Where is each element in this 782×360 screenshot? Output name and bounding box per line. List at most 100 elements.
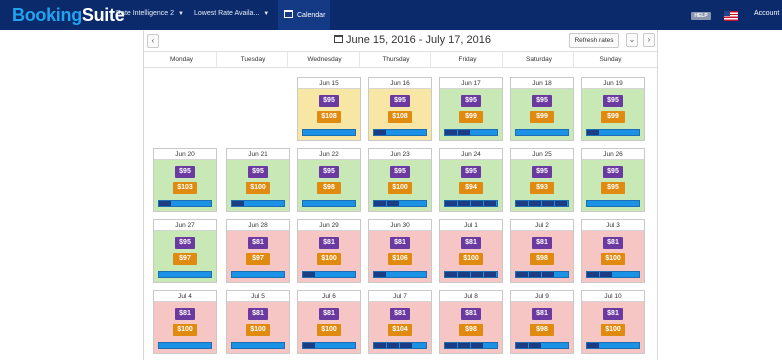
own-rate-badge: $81 — [603, 308, 623, 320]
own-rate-badge: $95 — [175, 166, 195, 178]
calendar-day-cell[interactable]: Jun 22 $95 $98 — [297, 148, 361, 212]
calendar-day-cell[interactable]: Jul 2 $81 $98 — [510, 219, 574, 283]
day-date-label: Jul 2 — [511, 220, 573, 231]
own-rate-badge: $95 — [319, 166, 339, 178]
compare-rate-badge: $98 — [459, 324, 483, 336]
calendar-day-cell[interactable]: Jul 4 $81 $100 — [153, 290, 217, 354]
availability-segment — [587, 343, 599, 348]
compare-rate-badge: $108 — [317, 111, 341, 123]
account-menu[interactable]: Account — [754, 10, 779, 17]
own-rate-badge: $95 — [319, 95, 339, 107]
own-rate-badge: $95 — [175, 237, 195, 249]
own-rate-badge: $81 — [532, 308, 552, 320]
calendar-day-cell[interactable]: Jun 21 $95 $100 — [226, 148, 290, 212]
weekday-divider — [501, 52, 503, 68]
top-navigation-bar: BookingSuite Rate Intelligence 2 ▼ Lowest… — [0, 0, 782, 30]
calendar-icon — [284, 10, 293, 18]
availability-bar — [444, 129, 498, 136]
booking-suite-logo[interactable]: BookingSuite — [12, 5, 125, 26]
availability-segment — [374, 343, 386, 348]
calendar-day-cell[interactable]: Jul 7 $81 $104 — [368, 290, 432, 354]
weekday-label: Monday — [169, 56, 194, 63]
compare-rate-badge: $100 — [317, 253, 341, 265]
next-range-button[interactable]: › — [643, 33, 655, 47]
weekday-label: Tuesday — [240, 56, 266, 63]
day-date-label: Jul 4 — [154, 291, 216, 302]
nav-calendar-tab[interactable]: Calendar — [278, 0, 330, 30]
availability-segment — [471, 272, 483, 277]
calendar-day-cell[interactable]: Jun 19 $95 $99 — [581, 77, 645, 141]
calendar-day-cell[interactable]: Jun 28 $81 $97 — [226, 219, 290, 283]
availability-segment — [542, 272, 554, 277]
own-rate-badge: $95 — [603, 166, 623, 178]
calendar-day-cell[interactable]: Jul 9 $81 $98 — [510, 290, 574, 354]
us-flag-icon[interactable] — [724, 11, 738, 21]
availability-segment — [400, 343, 412, 348]
availability-segment — [555, 201, 567, 206]
calendar-day-cell[interactable]: Jun 18 $95 $99 — [510, 77, 574, 141]
availability-bar — [158, 342, 212, 349]
calendar-day-cell[interactable]: Jun 20 $95 $103 — [153, 148, 217, 212]
calendar-day-cell[interactable]: Jun 25 $95 $93 — [510, 148, 574, 212]
calendar-day-cell[interactable]: Jun 27 $95 $97 — [153, 219, 217, 283]
availability-bar — [515, 342, 569, 349]
availability-segment — [303, 343, 315, 348]
day-date-label: Jun 30 — [369, 220, 431, 231]
availability-segment — [445, 201, 457, 206]
availability-segment — [232, 201, 244, 206]
calendar-day-cell[interactable]: Jul 6 $81 $100 — [297, 290, 361, 354]
calendar-day-cell[interactable]: Jul 3 $81 $100 — [581, 219, 645, 283]
nav-lowest-rate-availability[interactable]: Lowest Rate Availa... ▼ — [194, 10, 269, 17]
day-date-label: Jul 5 — [227, 291, 289, 302]
availability-segment — [387, 343, 399, 348]
calendar-day-cell[interactable]: Jun 29 $81 $100 — [297, 219, 361, 283]
day-date-label: Jun 15 — [298, 78, 360, 89]
calendar-day-cell[interactable]: Jun 26 $95 $95 — [581, 148, 645, 212]
calendar-day-cell[interactable]: Jun 16 $95 $108 — [368, 77, 432, 141]
nav-calendar-label: Calendar — [297, 12, 326, 19]
calendar-day-cell[interactable]: Jun 17 $95 $99 — [439, 77, 503, 141]
availability-bar — [302, 271, 356, 278]
calendar-day-cell[interactable]: Jul 1 $81 $100 — [439, 219, 503, 283]
chevron-down-icon: ▼ — [263, 11, 270, 17]
calendar-day-cell[interactable]: Jul 5 $81 $100 — [226, 290, 290, 354]
calendar-day-cell[interactable]: Jul 10 $81 $100 — [581, 290, 645, 354]
weekday-label: Saturday — [525, 56, 553, 63]
day-date-label: Jun 18 — [511, 78, 573, 89]
calendar-day-cell[interactable]: Jun 30 $81 $106 — [368, 219, 432, 283]
own-rate-badge: $81 — [603, 237, 623, 249]
day-date-label: Jun 25 — [511, 149, 573, 160]
day-date-label: Jul 10 — [582, 291, 644, 302]
weekday-label: Wednesday — [307, 56, 342, 63]
compare-rate-badge: $106 — [388, 253, 412, 265]
availability-segment — [542, 201, 554, 206]
refresh-options-dropdown[interactable]: ⌄ — [626, 33, 638, 47]
calendar-day-cell[interactable]: Jul 8 $81 $98 — [439, 290, 503, 354]
day-date-label: Jun 29 — [298, 220, 360, 231]
refresh-rates-button[interactable]: Refresh rates — [569, 33, 619, 48]
compare-rate-badge: $97 — [173, 253, 197, 265]
compare-rate-badge: $100 — [601, 324, 625, 336]
availability-bar — [586, 271, 640, 278]
availability-bar — [231, 342, 285, 349]
own-rate-badge: $95 — [532, 166, 552, 178]
help-button[interactable]: HELP — [691, 12, 711, 20]
weekday-header: Monday Tuesday Wednesday Thursday Friday Satu… — [144, 52, 657, 68]
calendar-day-cell[interactable]: Jun 15 $95 $108 — [297, 77, 361, 141]
availability-bar — [302, 342, 356, 349]
availability-bar — [373, 271, 427, 278]
nav-rate-intelligence[interactable]: Rate Intelligence 2 ▼ — [116, 10, 184, 17]
day-date-label: Jul 7 — [369, 291, 431, 302]
compare-rate-badge: $100 — [246, 182, 270, 194]
calendar-toolbar: ‹ June 15, 2016 - July 17, 2016 Refresh … — [144, 30, 657, 52]
day-date-label: Jun 28 — [227, 220, 289, 231]
availability-segment — [484, 272, 496, 277]
availability-segment — [529, 343, 541, 348]
availability-bar — [158, 200, 212, 207]
compare-rate-badge: $99 — [601, 111, 625, 123]
calendar-day-cell[interactable]: Jun 24 $95 $94 — [439, 148, 503, 212]
calendar-day-cell[interactable]: Jun 23 $95 $100 — [368, 148, 432, 212]
own-rate-badge: $95 — [390, 95, 410, 107]
availability-segment — [374, 130, 386, 135]
previous-range-button[interactable]: ‹ — [147, 34, 159, 48]
